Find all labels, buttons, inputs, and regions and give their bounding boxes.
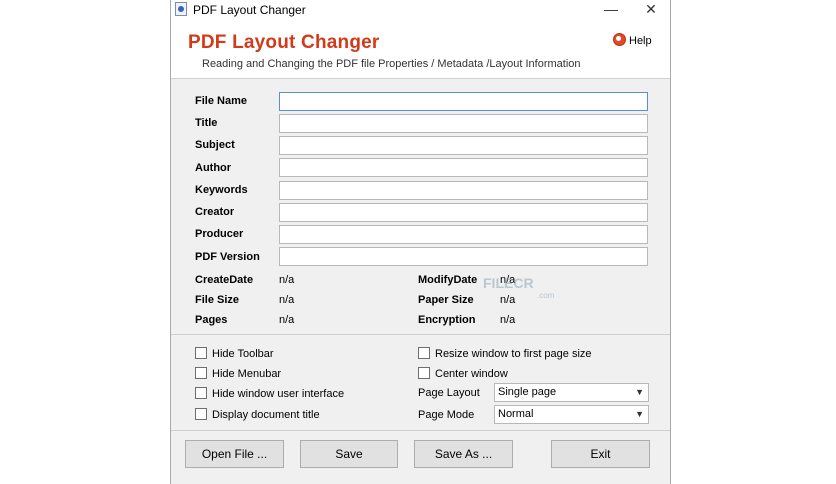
- hide-toolbar-label: Hide Toolbar: [212, 348, 274, 360]
- hide-window-ui-checkbox[interactable]: Hide window user interface: [195, 387, 344, 400]
- page-layout-label: Page Layout: [418, 387, 480, 399]
- creator-input[interactable]: [279, 203, 648, 222]
- pages-label: Pages: [195, 314, 228, 326]
- pages-value: n/a: [279, 314, 295, 326]
- help-label: Help: [629, 35, 652, 47]
- page-mode-label: Page Mode: [418, 409, 475, 421]
- center-window-checkbox[interactable]: Center window: [418, 367, 508, 380]
- open-file-button[interactable]: Open File ...: [185, 440, 284, 468]
- hide-menubar-label: Hide Menubar: [212, 368, 282, 380]
- checkbox-box-icon: [418, 347, 430, 359]
- resize-window-label: Resize window to first page size: [435, 348, 592, 360]
- create-date-value: n/a: [279, 274, 295, 286]
- window-title: PDF Layout Changer: [193, 3, 306, 17]
- encryption-value: n/a: [500, 314, 516, 326]
- title-label: Title: [195, 117, 218, 129]
- keywords-label: Keywords: [195, 184, 248, 196]
- app-icon: [175, 2, 187, 16]
- watermark-brand: FILECR: [483, 275, 534, 291]
- hide-menubar-checkbox[interactable]: Hide Menubar: [195, 367, 281, 380]
- paper-size-label: Paper Size: [418, 294, 474, 306]
- producer-label: Producer: [195, 228, 244, 240]
- chevron-down-icon: ▼: [635, 387, 644, 397]
- display-doc-title-checkbox[interactable]: Display document title: [195, 408, 320, 421]
- page-layout-select[interactable]: Single page ▼: [494, 383, 649, 402]
- subject-label: Subject: [195, 139, 235, 151]
- exit-button[interactable]: Exit: [551, 440, 650, 468]
- app-subtitle: Reading and Changing the PDF file Proper…: [202, 58, 581, 70]
- pdf-version-input[interactable]: [279, 247, 648, 266]
- paper-size-value: n/a: [500, 294, 516, 306]
- help-button[interactable]: Help: [613, 33, 652, 47]
- page-mode-value: Normal: [498, 408, 534, 420]
- pdf-version-label: PDF Version: [195, 251, 260, 263]
- app-title: PDF Layout Changer: [188, 32, 380, 53]
- subject-input[interactable]: [279, 136, 648, 155]
- create-date-label: CreateDate: [195, 274, 254, 286]
- display-doc-title-label: Display document title: [212, 409, 320, 421]
- lifebuoy-icon: [613, 33, 626, 46]
- save-button[interactable]: Save: [300, 440, 398, 468]
- checkbox-box-icon: [195, 387, 207, 399]
- hide-window-ui-label: Hide window user interface: [212, 388, 345, 400]
- divider: [171, 430, 670, 431]
- author-input[interactable]: [279, 158, 648, 177]
- producer-input[interactable]: [279, 225, 648, 244]
- app-window: PDF Layout Changer — ✕ PDF Layout Change…: [170, 0, 671, 484]
- page-layout-value: Single page: [498, 386, 557, 398]
- title-bar: PDF Layout Changer — ✕: [171, 0, 670, 20]
- creator-label: Creator: [195, 206, 235, 218]
- minimize-button[interactable]: —: [591, 0, 631, 20]
- save-as-button[interactable]: Save As ...: [414, 440, 513, 468]
- checkbox-box-icon: [195, 408, 207, 420]
- file-size-label: File Size: [195, 294, 240, 306]
- center-window-label: Center window: [435, 368, 508, 380]
- header: PDF Layout Changer Reading and Changing …: [171, 20, 670, 79]
- author-label: Author: [195, 162, 232, 174]
- watermark-suffix: .com: [537, 291, 555, 300]
- keywords-input[interactable]: [279, 181, 648, 200]
- checkbox-box-icon: [195, 347, 207, 359]
- chevron-down-icon: ▼: [635, 409, 644, 419]
- checkbox-box-icon: [418, 367, 430, 379]
- page-mode-select[interactable]: Normal ▼: [494, 405, 649, 424]
- file-name-label: File Name: [195, 95, 247, 107]
- close-button[interactable]: ✕: [631, 0, 671, 20]
- checkbox-box-icon: [195, 367, 207, 379]
- file-name-input[interactable]: [279, 92, 648, 111]
- encryption-label: Encryption: [418, 314, 476, 326]
- hide-toolbar-checkbox[interactable]: Hide Toolbar: [195, 347, 274, 360]
- divider: [171, 334, 670, 335]
- title-input[interactable]: [279, 114, 648, 133]
- resize-window-checkbox[interactable]: Resize window to first page size: [418, 347, 592, 360]
- file-size-value: n/a: [279, 294, 295, 306]
- modify-date-label: ModifyDate: [418, 274, 478, 286]
